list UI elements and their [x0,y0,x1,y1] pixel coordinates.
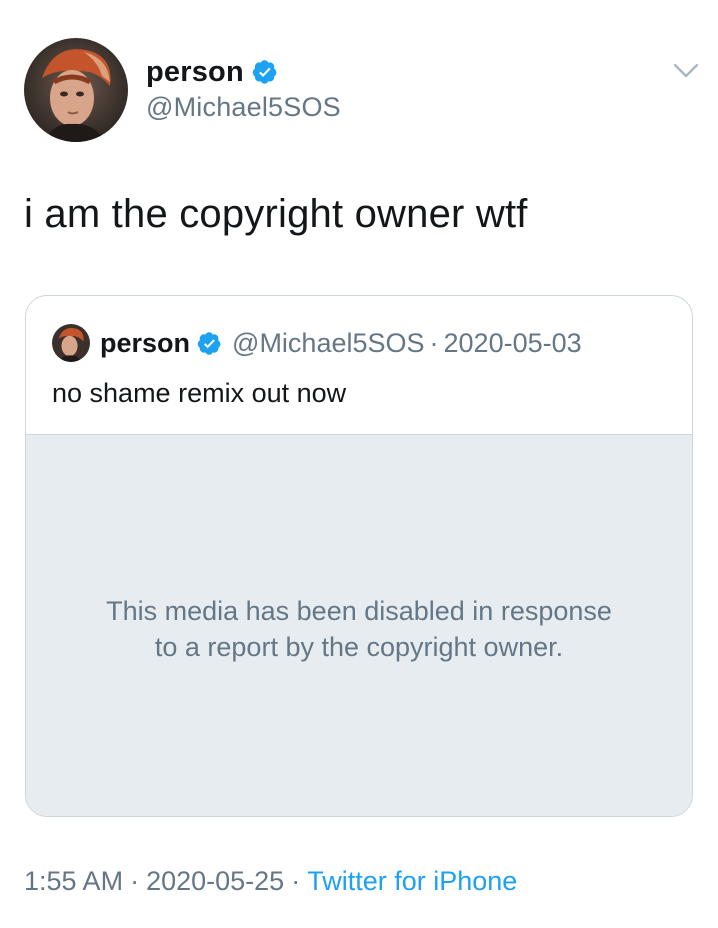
author-block: person @Michael5SOS [146,54,341,123]
quoted-tweet-text: no shame remix out now [52,378,347,408]
author-handle[interactable]: @Michael5SOS [146,92,341,123]
quoted-author-handle: @Michael5SOS [232,327,425,358]
verified-badge-icon [197,331,222,356]
disabled-media-placeholder: This media has been disabled in response… [26,434,692,816]
tweet-footer: 1:55 AM · 2020-05-25 · Twitter for iPhone [24,866,517,897]
author-avatar[interactable] [24,38,128,142]
quoted-author-avatar [52,324,90,362]
tweet-source-link[interactable]: Twitter for iPhone [307,866,517,896]
tweet-time: 1:55 AM [24,866,124,896]
quoted-tweet-card[interactable]: person @Michael5SOS · 2020-05-03 no sham… [25,295,693,817]
media-notice-line-1: This media has been disabled in response [106,596,612,626]
quoted-separator: · [429,327,439,358]
quoted-tweet-header: person @Michael5SOS · 2020-05-03 [52,324,582,362]
quoted-tweet-date: 2020-05-03 [443,327,582,358]
tweet-date: 2020-05-25 [146,866,285,896]
author-display-name[interactable]: person [146,56,244,89]
footer-separator: · [130,866,140,896]
footer-separator: · [291,866,301,896]
media-notice-line-2: to a report by the copyright owner. [154,632,564,662]
tweet-text: i am the copyright owner wtf [24,192,528,236]
verified-badge-icon [252,59,278,85]
quoted-author-display-name: person [100,327,191,358]
author-name-row: person [146,54,341,90]
media-disabled-notice: This media has been disabled in response… [26,593,692,665]
chevron-down-icon[interactable] [672,58,700,82]
